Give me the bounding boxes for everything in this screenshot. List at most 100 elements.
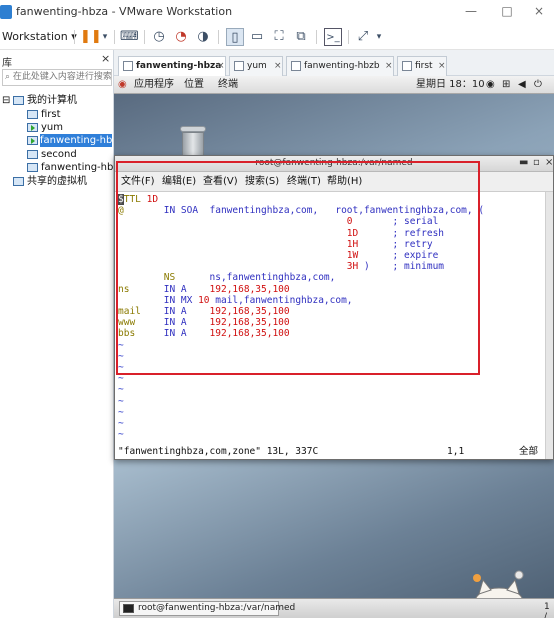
- menu-places[interactable]: 位置: [184, 76, 204, 94]
- tab-fanwenting-hbza[interactable]: fanwenting-hbza ×: [118, 56, 226, 76]
- tab-label: yum: [247, 61, 267, 71]
- terminal-line: 3H ) ; minimum: [346, 261, 445, 273]
- workspace-pager[interactable]: 1 / 4: [544, 602, 554, 618]
- volume-icon[interactable]: ◀: [518, 76, 526, 94]
- terminal-line: ns IN A 192,168,35,100: [118, 283, 290, 295]
- menu-file[interactable]: 文件(F): [121, 172, 155, 192]
- close-button[interactable]: ×: [528, 1, 550, 21]
- terminal-close-icon[interactable]: ×: [545, 157, 553, 168]
- pause-dropdown-icon[interactable]: ▾: [96, 28, 114, 46]
- vm-icon: [27, 150, 38, 159]
- terminal-line: $TTL 1D: [118, 194, 159, 205]
- toolbar-divider: [316, 30, 317, 44]
- minimize-button[interactable]: —: [460, 1, 482, 21]
- terminal-line: NS ns,fanwentinghbza,com,: [118, 272, 336, 284]
- terminal-line: ~: [118, 339, 124, 351]
- console-view-icon[interactable]: >_: [324, 28, 342, 46]
- menu-edit[interactable]: 编辑(E): [162, 172, 196, 192]
- vm-tab-icon: [402, 61, 412, 71]
- terminal-line: ~: [118, 362, 124, 373]
- show-library-icon[interactable]: ▯: [226, 28, 244, 46]
- tree-item-first[interactable]: first: [41, 108, 61, 121]
- tree-item-yum[interactable]: yum: [41, 121, 63, 134]
- main-toolbar: Workstation ▾ ❚❚ ▾ ⌨ ◷ ◔ ◑ ▯ ▭ ⛶ ⧉ >_ ⤢ …: [0, 24, 554, 50]
- terminal-window[interactable]: root@fanwenting-hbza:/var/named ▬ ▫ × 文件…: [114, 155, 554, 460]
- terminal-minimize-icon[interactable]: ▬: [519, 157, 528, 168]
- terminal-titlebar: root@fanwenting-hbza:/var/named ▬ ▫ ×: [115, 156, 553, 172]
- terminal-line: mail IN A 192,168,35,100: [118, 306, 290, 317]
- terminal-line: IN MX 10 mail,fanwentinghbza,com,: [118, 294, 353, 306]
- menu-view[interactable]: 查看(V): [203, 172, 238, 192]
- library-sidebar: 库 × ⌕ 在此处键入内容进行搜索 ⊟ 我的计算机 first yum fanw…: [0, 50, 114, 618]
- terminal-line: ~: [118, 429, 124, 441]
- terminal-line: ~: [118, 395, 124, 407]
- terminal-title: root@fanwenting-hbza:/var/named: [255, 158, 413, 168]
- tab-close-icon[interactable]: ×: [274, 57, 282, 75]
- status-file-info: "fanwentinghbza,com,zone" 13L, 337C: [118, 446, 319, 457]
- terminal-line: ~: [118, 350, 124, 362]
- guest-bottom-panel: root@fanwenting-hbza:/var/named 1 / 4: [114, 598, 554, 618]
- tab-close-icon[interactable]: ×: [217, 57, 225, 75]
- network-icon[interactable]: ⊞: [502, 76, 510, 94]
- library-close-icon[interactable]: ×: [101, 52, 110, 65]
- menu-search[interactable]: 搜索(S): [245, 172, 279, 192]
- menu-help[interactable]: 帮助(H): [327, 172, 362, 192]
- vm-tab-icon: [291, 61, 301, 71]
- window-title: fanwenting-hbza - VMware Workstation: [16, 5, 233, 18]
- tree-item-fanwenting-hbzb[interactable]: fanwenting-hbzb: [41, 161, 113, 174]
- send-ctrl-alt-del-icon[interactable]: ⌨: [120, 28, 139, 46]
- toolbar-divider: [348, 30, 349, 44]
- tree-item-my-computer[interactable]: 我的计算机: [27, 94, 77, 107]
- terminal-line: ~: [118, 406, 124, 418]
- shared-vm-icon: [13, 177, 24, 186]
- trash-icon[interactable]: [180, 126, 206, 158]
- menu-terminal-menu[interactable]: 终端(T): [287, 172, 321, 192]
- workstation-menu-button[interactable]: Workstation ▾: [2, 28, 77, 46]
- accessibility-icon[interactable]: ◉: [486, 76, 495, 94]
- snapshot-manager-icon[interactable]: ◑: [194, 28, 212, 46]
- revert-snapshot-icon[interactable]: ◔: [172, 28, 190, 46]
- terminal-line: ~: [118, 384, 124, 396]
- unity-icon[interactable]: ⧉: [292, 28, 310, 46]
- vm-icon: [27, 163, 38, 172]
- vm-tab-bar: fanwenting-hbza × yum × fanwenting-hbzb …: [114, 50, 554, 76]
- toolbar-divider: [144, 30, 145, 44]
- power-icon[interactable]: ⏻: [534, 76, 542, 94]
- clock[interactable]: 星期日 18：10: [416, 76, 485, 94]
- menu-terminal[interactable]: 终端: [218, 76, 238, 94]
- stretch-dropdown-icon[interactable]: ▾: [370, 28, 388, 46]
- status-scroll-position: 全部: [519, 446, 539, 457]
- maximize-button[interactable]: □: [496, 1, 518, 21]
- search-placeholder: 在此处键入内容进行搜索: [12, 72, 112, 82]
- thumbnail-bar-icon[interactable]: ▭: [248, 28, 266, 46]
- computer-icon: [13, 96, 24, 105]
- vm-running-icon: [27, 136, 38, 145]
- library-search-input[interactable]: ⌕ 在此处键入内容进行搜索: [2, 69, 112, 86]
- terminal-line: 1H ; retry: [346, 238, 433, 250]
- tab-yum[interactable]: yum ×: [229, 56, 283, 76]
- snapshot-icon[interactable]: ◷: [150, 28, 168, 46]
- terminal-line: www IN A 192,168,35,100: [118, 317, 290, 329]
- terminal-scrollbar[interactable]: [545, 192, 553, 459]
- tab-fanwenting-hbzb[interactable]: fanwenting-hbzb ×: [286, 56, 394, 76]
- tree-item-fanwenting-hbza[interactable]: fanwenting-hbza: [40, 134, 112, 147]
- tree-item-shared-vms[interactable]: 共享的虚拟机: [27, 175, 87, 188]
- terminal-line: @ IN SOA fanwentinghbza,com, root,fanwen…: [118, 205, 485, 217]
- terminal-line: ~: [118, 418, 124, 429]
- terminal-text-area[interactable]: $TTL 1D @ IN SOA fanwentinghbza,com, root…: [115, 192, 545, 459]
- tree-item-second[interactable]: second: [41, 148, 77, 161]
- vim-status-line: "fanwentinghbza,com,zone" 13L, 337C 1,1 …: [115, 445, 545, 458]
- menu-applications[interactable]: 应用程序: [134, 76, 174, 94]
- taskbar-terminal-button[interactable]: root@fanwenting-hbza:/var/named: [119, 601, 295, 616]
- library-header: 库: [2, 58, 12, 69]
- full-screen-icon[interactable]: ⛶: [270, 28, 288, 46]
- fedora-logo-icon: ◉: [118, 79, 127, 90]
- terminal-maximize-icon[interactable]: ▫: [533, 157, 540, 168]
- tab-close-icon[interactable]: ×: [438, 57, 446, 75]
- tab-first[interactable]: first ×: [397, 56, 447, 76]
- tab-close-icon[interactable]: ×: [385, 57, 393, 75]
- vm-running-icon: [27, 123, 38, 132]
- terminal-line: 1W ; expire: [346, 250, 439, 261]
- toolbar-divider: [74, 30, 75, 44]
- tree-expand-icon[interactable]: ⊟: [2, 94, 10, 107]
